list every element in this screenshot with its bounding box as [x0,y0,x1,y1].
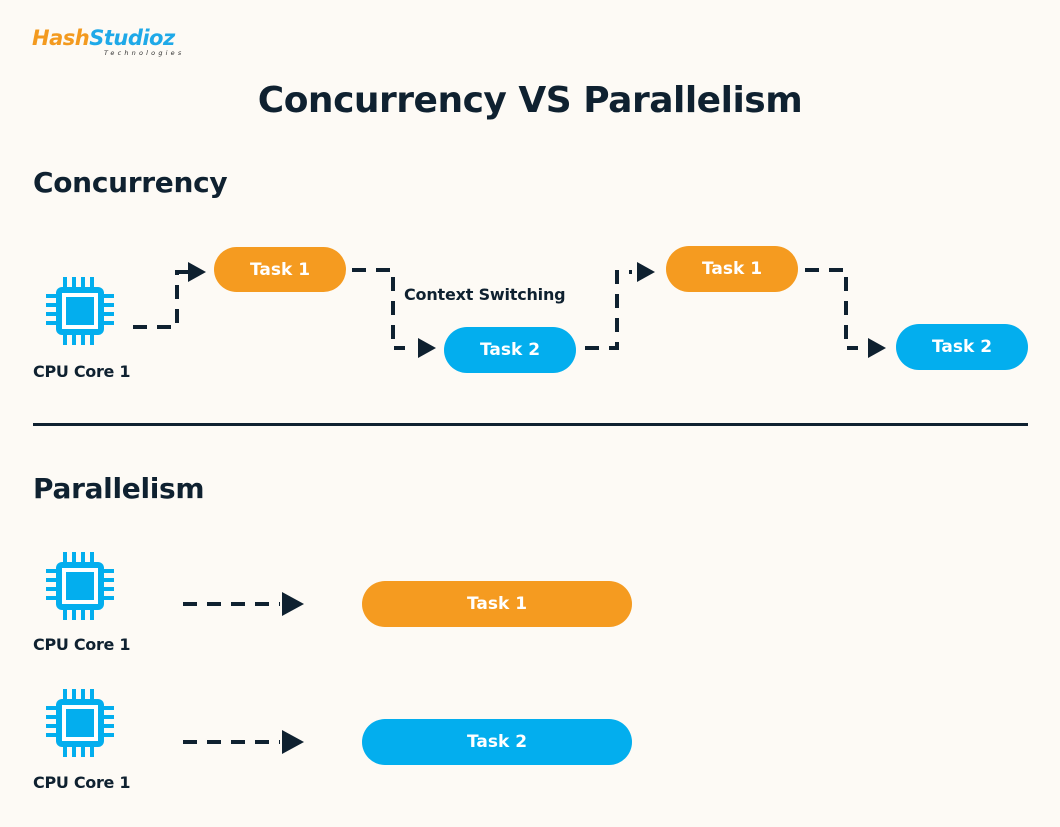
section-divider [33,423,1028,426]
arrow-head-icon [282,730,304,754]
arrow-head-icon [868,338,886,358]
task-pill: Task 2 [444,327,576,373]
connector-lines [133,262,886,754]
context-switching-label: Context Switching [404,285,566,304]
arrow-head-icon [282,592,304,616]
parallelism-heading: Parallelism [33,472,205,505]
connector-task1b-to-task2b [805,268,858,350]
task-pill: Task 1 [214,247,346,292]
cpu-label: CPU Core 1 [33,362,131,381]
task-pill: Task 2 [896,324,1028,370]
arrow-head-icon [637,262,655,282]
cpu-label: CPU Core 1 [33,635,131,654]
arrow-head-icon [418,338,436,358]
arrow-head-icon [188,262,206,282]
task-pill: Task 1 [666,246,798,292]
cpu-chip-icon [46,552,114,620]
connector-cpu-to-task1 [133,270,190,329]
connector-task1-to-task2 [352,268,405,350]
cpu-chip-icon [46,277,114,345]
connector-task2-to-task1 [585,270,632,350]
task-pill: Task 2 [362,719,632,765]
cpu-label: CPU Core 1 [33,773,131,792]
task-pill: Task 1 [362,581,632,627]
cpu-chip-icon [46,689,114,757]
